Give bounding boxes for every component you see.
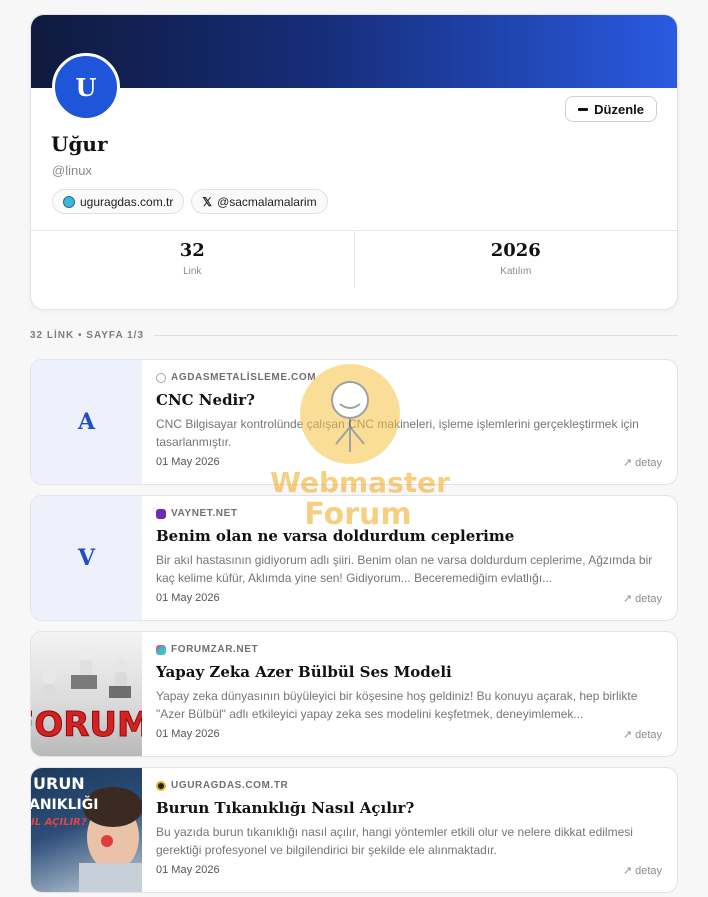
nose-illustration-icon: URUN ANIKLIĞI IL AÇILIR? [31,774,142,892]
link-thumbnail: URUN ANIKLIĞI IL AÇILIR? [31,768,142,892]
stat-joined-value: 2026 [490,240,541,261]
nose-thumb-text-1: URUN [33,774,85,793]
stat-links: 32 Link [31,231,354,309]
avatar: U [52,53,120,121]
link-card-body: UGURAGDAS.COM.TR Burun Tıkanıklığı Nasıl… [142,768,677,892]
stat-links-label: Link [183,266,202,277]
uguragdas-favicon-icon [156,780,166,791]
thumb-letter: A [77,409,96,435]
detail-link[interactable]: ↗ detay [623,864,662,877]
website-link-chip[interactable]: uguragdas.com.tr [52,189,185,214]
links-section-header: 32 LİNK • SAYFA 1/3 [30,330,678,341]
link-thumbnail: A [31,360,142,484]
links-section-title: 32 LİNK • SAYFA 1/3 [30,330,145,341]
profile-banner [31,15,677,88]
link-domain-label: FORUMZAR.NET [171,644,259,655]
link-description: Yapay zeka dünyasının büyüleyici bir köş… [156,689,638,721]
link-domain: FORUMZAR.NET [156,644,663,655]
nose-thumb-text-2: ANIKLIĞI [31,795,98,813]
edit-label: Düzenle [594,101,644,117]
profile-name: Uğur [51,132,108,156]
link-thumbnail: V [31,496,142,620]
globe-icon [63,195,75,208]
link-card[interactable]: FORUM FORUMZAR.NET Yapay Zeka Azer Bülbü… [30,631,678,757]
detail-link[interactable]: ↗ detay [623,592,662,605]
x-icon: 𝕏 [202,194,213,209]
link-description: Bu yazıda burun tıkanıklığı nasıl açılır… [156,825,633,857]
forumzar-favicon-icon [156,644,166,655]
detail-link[interactable]: ↗ detay [623,456,662,469]
stat-joined: 2026 Katılım [353,231,678,288]
section-divider [154,335,678,336]
thumb-letter: V [77,545,96,571]
stat-joined-label: Katılım [500,266,532,277]
profile-card: U Düzenle Uğur @linux uguragdas.com.tr 𝕏… [30,14,678,310]
x-link-chip[interactable]: 𝕏 @sacmalamalarim [191,189,328,214]
forum-thumb-text: FORUM [31,705,142,745]
link-card[interactable]: URUN ANIKLIĞI IL AÇILIR? UGURAGDAS.COM.T… [30,767,678,893]
link-card-body: AGDASMETALİSLEME.COM CNC Nedir? CNC Bilg… [142,360,677,484]
profile-links: uguragdas.com.tr 𝕏 @sacmalamalarim [52,189,328,214]
stat-links-value: 32 [179,240,205,261]
minus-icon [578,107,589,111]
link-domain: UGURAGDAS.COM.TR [156,780,663,791]
globe-favicon-icon [156,372,166,383]
link-description: Bir akıl hastasının gidiyorum adlı şiiri… [156,553,653,585]
profile-handle: @linux [52,163,92,178]
link-description: CNC Bilgisayar kontrolünde çalışan CNC m… [156,417,639,449]
vaynet-favicon-icon [156,508,166,519]
link-card[interactable]: V VAYNET.NET Benim olan ne varsa doldurd… [30,495,678,621]
link-date: 01 May 2026 [156,456,220,468]
link-title[interactable]: Benim olan ne varsa doldurdum ceplerime [156,527,663,545]
link-domain-label: AGDASMETALİSLEME.COM [171,372,317,383]
x-link-label: @sacmalamalarim [217,194,317,209]
link-date: 01 May 2026 [156,864,220,876]
link-card[interactable]: A AGDASMETALİSLEME.COM CNC Nedir? CNC Bi… [30,359,678,485]
link-domain-label: UGURAGDAS.COM.TR [171,780,289,791]
link-domain-label: VAYNET.NET [171,508,238,519]
website-link-label: uguragdas.com.tr [80,194,174,209]
link-title[interactable]: CNC Nedir? [156,391,663,409]
link-title[interactable]: Burun Tıkanıklığı Nasıl Açılır? [156,799,663,817]
link-thumbnail: FORUM [31,632,142,756]
link-date: 01 May 2026 [156,592,220,604]
link-title[interactable]: Yapay Zeka Azer Bülbül Ses Modeli [156,663,663,681]
link-domain: AGDASMETALİSLEME.COM [156,372,663,383]
nose-thumb-text-3: IL AÇILIR? [31,817,87,828]
profile-stats: 32 Link 2026 Katılım [31,230,678,309]
edit-profile-button[interactable]: Düzenle [565,96,657,122]
link-card-body: VAYNET.NET Benim olan ne varsa doldurdum… [142,496,677,620]
link-card-body: FORUMZAR.NET Yapay Zeka Azer Bülbül Ses … [142,632,677,756]
link-date: 01 May 2026 [156,728,220,740]
link-domain: VAYNET.NET [156,508,663,519]
forum-illustration-icon: FORUM [31,646,142,746]
detail-link[interactable]: ↗ detay [623,728,662,741]
